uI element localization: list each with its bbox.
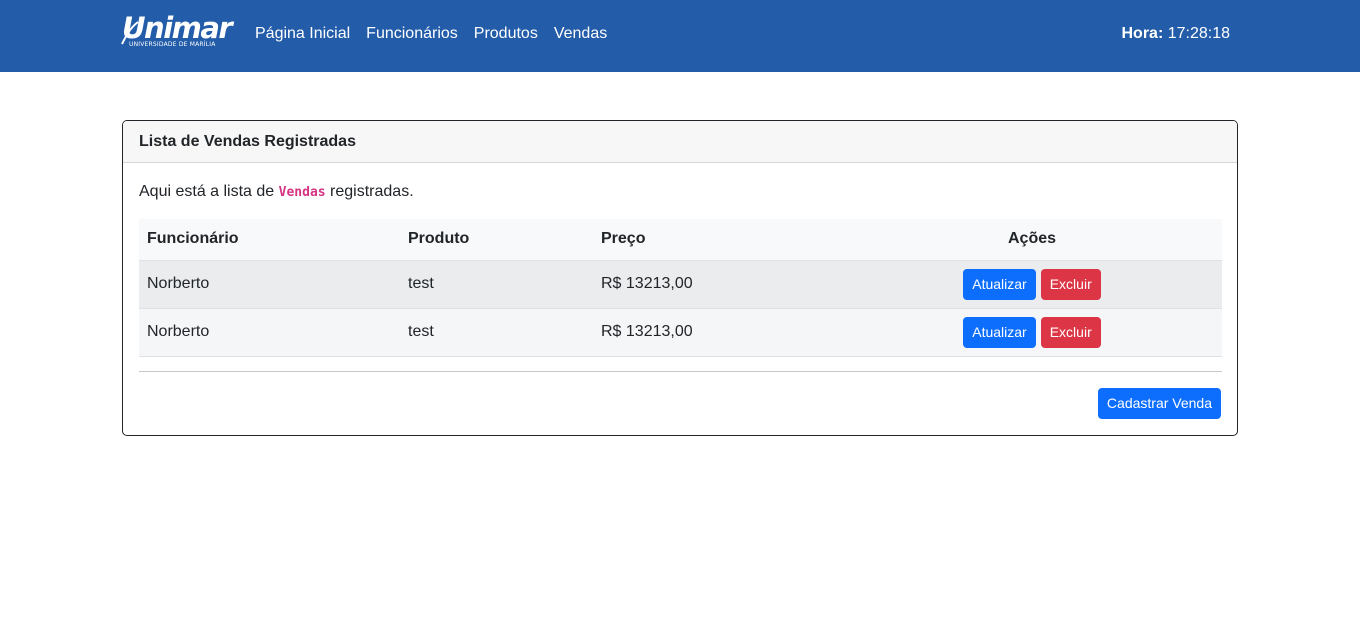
intro-text: Aqui está a lista de Vendas registradas. xyxy=(139,182,414,203)
table-header-row: Funcionário Produto Preço Ações xyxy=(139,219,1222,261)
delete-button[interactable]: Excluir xyxy=(1040,268,1101,300)
column-header-acoes: Ações xyxy=(842,219,1222,261)
top-navbar: Unimar UNIVERSIDADE DE MARÍLIA Página In… xyxy=(0,0,1360,72)
cell-acoes: Atualizar Excluir xyxy=(842,260,1222,308)
nav-link-pagina-inicial[interactable]: Página Inicial xyxy=(255,24,350,44)
intro-suffix: registradas. xyxy=(325,183,414,200)
unimar-logo[interactable]: Unimar UNIVERSIDADE DE MARÍLIA xyxy=(121,11,234,54)
nav-link-funcionarios[interactable]: Funcionários xyxy=(366,24,458,44)
clock-label: Hora: xyxy=(1121,25,1164,42)
column-header-produto: Produto xyxy=(400,219,593,261)
update-button[interactable]: Atualizar xyxy=(963,316,1036,348)
intro-prefix: Aqui está a lista de xyxy=(139,183,279,200)
clock-value: 17:28:18 xyxy=(1167,25,1230,42)
cell-produto: test xyxy=(408,275,434,292)
cell-preco: R$ 13213,00 xyxy=(601,275,693,292)
sales-table: Funcionário Produto Preço Ações Norberto… xyxy=(139,219,1222,357)
intro-code: Vendas xyxy=(278,185,326,200)
main-nav: Página Inicial Funcionários Produtos Ven… xyxy=(255,24,623,44)
cell-produto: test xyxy=(408,323,434,340)
cell-acoes: Atualizar Excluir xyxy=(842,308,1222,356)
sales-card: Lista de Vendas Registradas Aqui está a … xyxy=(122,120,1238,436)
table-row: Norberto test R$ 13213,00 Atualizar Exclu… xyxy=(139,260,1222,308)
table-row: Norberto test R$ 13213,00 Atualizar Exclu… xyxy=(139,308,1222,356)
column-header-preco: Preço xyxy=(593,219,842,261)
column-header-funcionario: Funcionário xyxy=(139,219,400,261)
register-sale-button[interactable]: Cadastrar Venda xyxy=(1097,388,1221,419)
nav-link-produtos[interactable]: Produtos xyxy=(474,24,538,44)
cell-funcionario: Norberto xyxy=(147,323,210,340)
divider xyxy=(139,371,1222,372)
clock: Hora: 17:28:18 xyxy=(1121,24,1230,44)
update-button[interactable]: Atualizar xyxy=(963,268,1036,300)
delete-button[interactable]: Excluir xyxy=(1040,316,1101,348)
logo-subtitle: UNIVERSIDADE DE MARÍLIA xyxy=(129,41,216,48)
cell-preco: R$ 13213,00 xyxy=(601,323,693,340)
cell-funcionario: Norberto xyxy=(147,275,210,292)
card-header: Lista de Vendas Registradas xyxy=(123,121,1237,163)
nav-link-vendas[interactable]: Vendas xyxy=(554,24,607,44)
